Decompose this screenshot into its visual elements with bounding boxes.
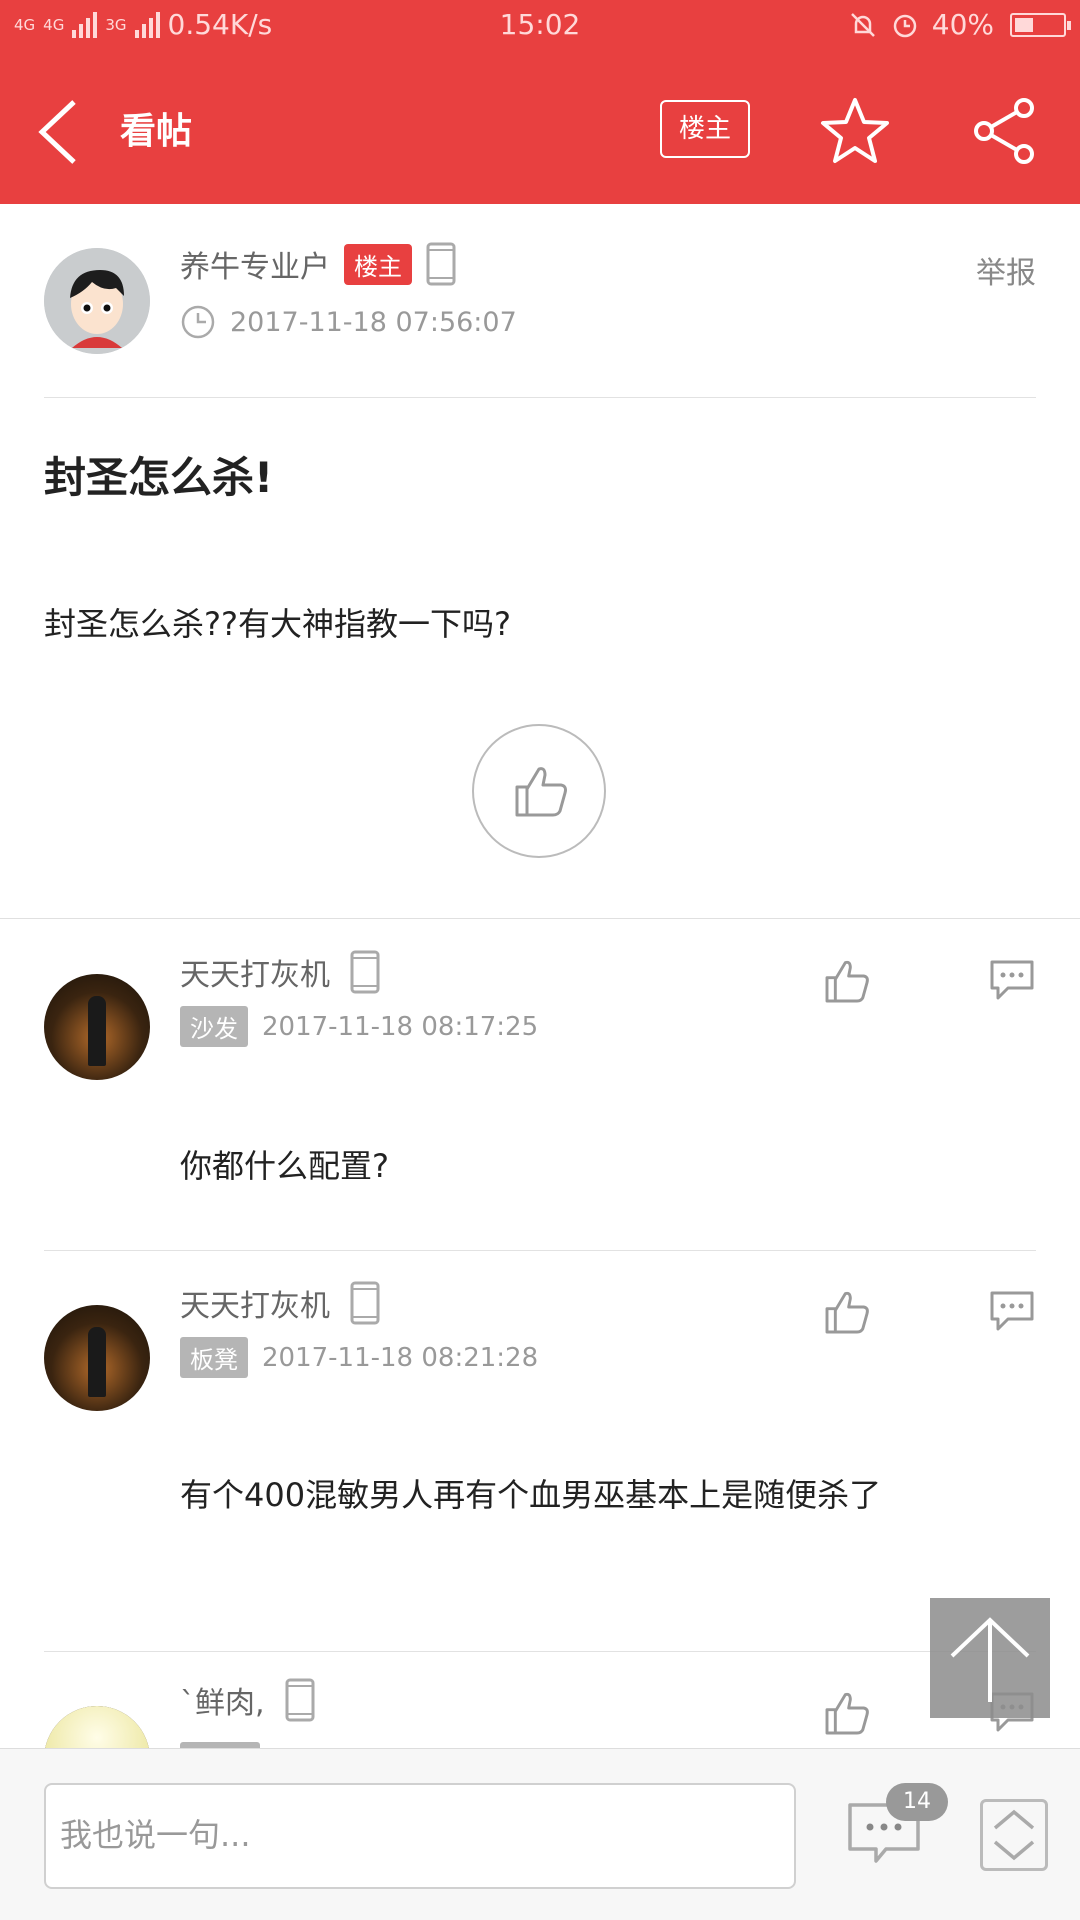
post-date-line: 2017-11-18 07:56:07 <box>180 304 517 340</box>
arrow-up-icon <box>950 1617 1030 1702</box>
thumbs-up-icon <box>515 767 567 817</box>
clock-icon <box>181 305 215 339</box>
status-right: 40% <box>848 8 1071 41</box>
page-title: 看帖 <box>120 111 193 152</box>
reply-text: 有个400混敏男人再有个血男巫基本上是随便杀了 <box>180 1476 882 1514</box>
share-icon[interactable] <box>970 96 1040 166</box>
reply-name-line: 天天打灰机 <box>180 1281 380 1325</box>
divider <box>44 1250 1036 1251</box>
favorite-star-icon[interactable] <box>820 96 890 166</box>
author-line: 养牛专业户 楼主 <box>180 242 456 286</box>
comment-icon[interactable] <box>988 1289 1036 1333</box>
back-arrow-icon[interactable] <box>30 96 90 168</box>
mobile-device-icon <box>350 1281 380 1325</box>
reply-meta: 沙发 2017-11-18 08:17:25 <box>180 1006 538 1047</box>
back-to-top-button[interactable] <box>930 1598 1050 1718</box>
reply-author-name[interactable]: 天天打灰机 <box>180 950 330 994</box>
section-separator <box>0 918 1080 919</box>
cartoon-avatar-icon <box>44 248 150 354</box>
reply-author-name[interactable]: 天天打灰机 <box>180 1281 330 1325</box>
divider <box>44 397 1036 398</box>
reply-author-name[interactable]: `鲜肉, <box>180 1678 265 1722</box>
reply-avatar[interactable] <box>44 1305 150 1411</box>
bell-muted-icon <box>850 12 875 37</box>
author-name[interactable]: 养牛专业户 <box>180 242 330 286</box>
comment-count-badge: 14 <box>886 1783 948 1821</box>
reply-text: 你都什么配置? <box>180 1147 389 1185</box>
reply-date: 2017-11-18 08:17:25 <box>262 1011 539 1042</box>
post-date: 2017-11-18 07:56:07 <box>230 306 517 338</box>
reply-name-line: 天天打灰机 <box>180 950 380 994</box>
post-body: 封圣怎么杀??有大神指教一下吗? <box>44 605 511 643</box>
alarm-icon <box>893 14 917 37</box>
report-link[interactable]: 举报 <box>976 248 1036 292</box>
owner-only-button[interactable]: 楼主 <box>660 100 750 158</box>
battery-icon <box>1010 12 1071 37</box>
thumbs-up-icon[interactable] <box>822 1287 872 1337</box>
status-bar: 4G 4G 3G 0.54K/s 15:02 40% <box>0 0 1080 52</box>
chevron-up-down-icon <box>993 1809 1035 1861</box>
thumbs-up-icon[interactable] <box>822 1688 872 1738</box>
battery-percent: 40% <box>931 8 994 41</box>
floor-badge: 板凳 <box>180 1337 248 1378</box>
app-bar: 看帖 楼主 <box>0 52 1080 204</box>
reply-input[interactable]: 我也说一句... <box>44 1783 796 1889</box>
bottom-bar: 我也说一句... 14 <box>0 1748 1080 1920</box>
reply-avatar[interactable] <box>44 1706 150 1748</box>
author-avatar[interactable] <box>44 248 150 354</box>
floor-badge: 沙发 <box>180 1006 248 1047</box>
reply-item: `鲜肉, <box>0 1652 1080 1748</box>
reply-name-line: `鲜肉, <box>180 1678 315 1722</box>
mobile-device-icon <box>426 242 456 286</box>
owner-badge: 楼主 <box>344 243 412 285</box>
reply-avatar[interactable] <box>44 974 150 1080</box>
reply-meta: 板凳 2017-11-18 08:21:28 <box>180 1337 538 1378</box>
mobile-device-icon <box>285 1678 315 1722</box>
reply-date: 2017-11-18 08:21:28 <box>262 1342 539 1373</box>
like-post-button[interactable] <box>472 724 606 858</box>
thumbs-up-icon[interactable] <box>822 956 872 1006</box>
mobile-device-icon <box>350 950 380 994</box>
post-title: 封圣怎么杀! <box>44 453 274 502</box>
comment-icon[interactable] <box>988 958 1036 1002</box>
page-nav-toggle[interactable] <box>980 1799 1048 1871</box>
